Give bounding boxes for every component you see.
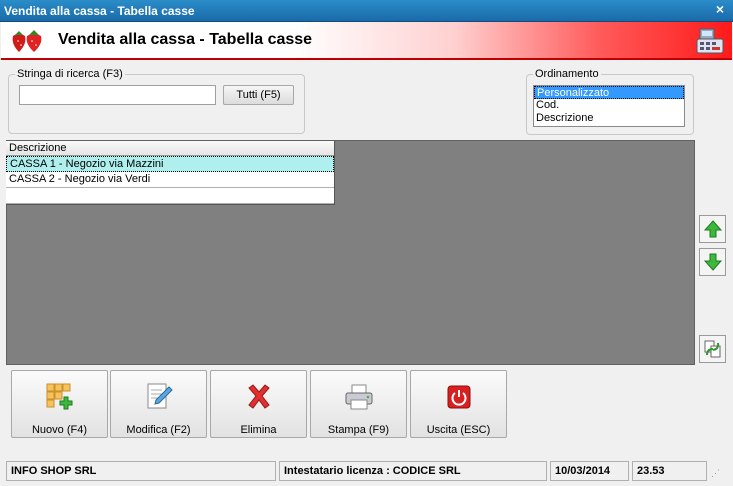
table-row-empty[interactable] — [6, 188, 334, 204]
window-title: Vendita alla cassa - Tabella casse — [4, 4, 195, 18]
cash-register-icon — [696, 28, 724, 54]
resize-grip-icon[interactable]: ⋰ — [711, 468, 723, 480]
status-company: INFO SHOP SRL — [6, 461, 276, 481]
page-header: Vendita alla cassa - Tabella casse — [1, 22, 732, 60]
print-button-label: Stampa (F9) — [327, 424, 390, 436]
refresh-icon — [704, 340, 721, 358]
arrow-up-icon — [703, 220, 723, 238]
status-bar: INFO SHOP SRL Intestatario licenza : COD… — [0, 458, 733, 486]
ordering-option-descrizione[interactable]: Descrizione — [534, 112, 684, 125]
ordering-option-cod[interactable]: Cod. — [534, 99, 684, 112]
edit-button-label: Modifica (F2) — [126, 424, 191, 436]
ordering-option-personalizzato[interactable]: Personalizzato — [534, 86, 684, 99]
close-button[interactable]: × — [713, 2, 727, 16]
status-date: 10/03/2014 — [550, 461, 629, 481]
delete-button-label: Elimina — [240, 424, 277, 436]
page-title: Vendita alla cassa - Tabella casse — [58, 31, 313, 48]
window-titlebar: Vendita alla cassa - Tabella casse × — [0, 0, 733, 22]
registers-table: Descrizione CASSA 1 - Negozio via Mazzin… — [6, 141, 335, 205]
move-up-button[interactable] — [699, 215, 726, 243]
add-table-icon — [46, 383, 73, 410]
strawberry-logo-icon — [12, 30, 42, 52]
edit-document-icon — [147, 383, 173, 409]
table-row[interactable]: CASSA 1 - Negozio via Mazzini — [6, 156, 334, 172]
exit-button[interactable]: Uscita (ESC) — [410, 370, 507, 438]
new-button[interactable]: Nuovo (F4) — [11, 370, 108, 438]
printer-icon — [345, 384, 373, 410]
new-button-label: Nuovo (F4) — [31, 424, 88, 436]
table-row[interactable]: CASSA 2 - Negozio via Verdi — [6, 172, 334, 188]
edit-button[interactable]: Modifica (F2) — [110, 370, 207, 438]
arrow-down-icon — [703, 253, 723, 271]
delete-button[interactable]: Elimina — [210, 370, 307, 438]
delete-icon — [248, 384, 270, 409]
status-license: Intestatario licenza : CODICE SRL — [279, 461, 547, 481]
refresh-button[interactable] — [699, 335, 726, 363]
column-header-descrizione[interactable]: Descrizione — [6, 141, 334, 156]
move-down-button[interactable] — [699, 248, 726, 276]
ordering-legend: Ordinamento — [533, 68, 601, 80]
ordering-list[interactable]: Personalizzato Cod. Descrizione — [533, 85, 685, 127]
exit-button-label: Uscita (ESC) — [426, 424, 491, 436]
print-button[interactable]: Stampa (F9) — [310, 370, 407, 438]
show-all-button[interactable]: Tutti (F5) — [223, 85, 294, 105]
search-legend: Stringa di ricerca (F3) — [15, 68, 125, 80]
power-icon — [447, 385, 471, 409]
status-time: 23.53 — [632, 461, 707, 481]
search-input[interactable] — [19, 85, 216, 105]
